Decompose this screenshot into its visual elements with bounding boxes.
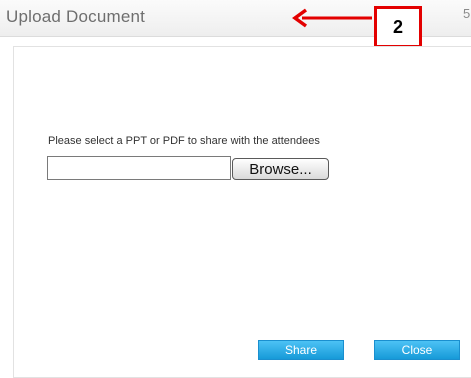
close-button[interactable]: Close [374,340,460,360]
dialog-title: Upload Document [6,7,146,26]
upload-document-dialog: Upload Document 5 2 Please select a PPT … [0,0,471,378]
dialog-body-panel [13,46,471,378]
dialog-close-icon[interactable]: 5 [463,6,470,21]
callout-number: 2 [392,16,403,37]
upload-instruction-text: Please select a PPT or PDF to share with… [48,135,320,147]
callout-number-badge: 2 [374,6,422,48]
file-path-input[interactable] [47,156,231,180]
left-arrow-icon [292,8,372,28]
browse-button[interactable]: Browse... [232,158,329,180]
share-button[interactable]: Share [258,340,344,360]
